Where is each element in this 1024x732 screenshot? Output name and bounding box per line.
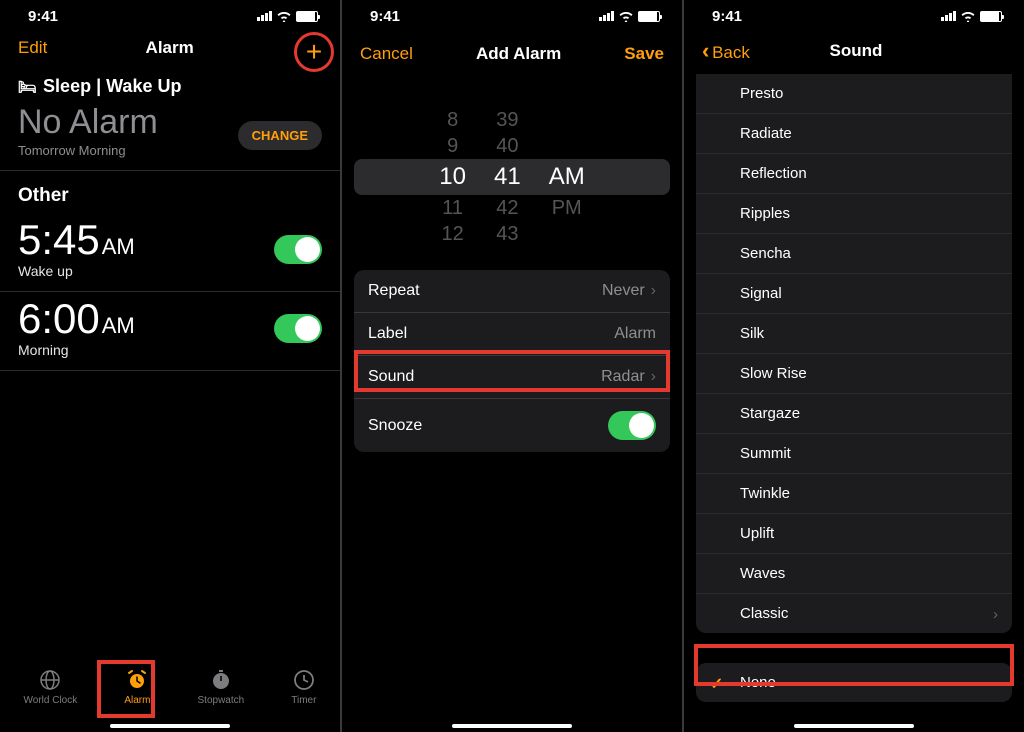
- sound-option[interactable]: Presto: [696, 74, 1012, 114]
- signal-icon: [257, 11, 272, 21]
- alarm-row[interactable]: 6:00AM Morning: [0, 292, 340, 371]
- screen-add-alarm: 9:41 Cancel Add Alarm Save 89 10 1112 39…: [342, 0, 682, 732]
- tab-bar: World Clock Alarm Stopwatch Timer: [0, 652, 340, 722]
- alarm-time: 5:45AM: [18, 219, 135, 261]
- page-title: Sound: [829, 41, 882, 61]
- battery-icon: [980, 11, 1002, 22]
- minute-wheel[interactable]: 3940 41 4243: [494, 107, 521, 247]
- clock-time: 9:41: [712, 8, 742, 25]
- signal-icon: [941, 11, 956, 21]
- timer-icon: [292, 668, 316, 692]
- alarm-row[interactable]: 5:45AM Wake up: [0, 213, 340, 292]
- alarm-toggle[interactable]: [274, 314, 322, 343]
- chevron-right-icon: ›: [993, 606, 998, 623]
- tab-stopwatch[interactable]: Stopwatch: [198, 668, 245, 706]
- alarm-label: Morning: [18, 342, 135, 358]
- highlight-sound: [354, 350, 670, 392]
- stopwatch-icon: [209, 668, 233, 692]
- highlight-none: [694, 644, 1014, 686]
- screen-sound-picker: 9:41 ‹ Back Sound PrestoRadiateReflectio…: [684, 0, 1024, 732]
- nav-header: Edit Alarm: [0, 32, 340, 68]
- ampm-wheel[interactable]: AM PM: [549, 107, 585, 247]
- highlight-tab: [97, 660, 155, 718]
- bed-icon: 🛏: [18, 78, 37, 96]
- status-icons: [257, 10, 318, 22]
- sound-option[interactable]: Stargaze: [696, 394, 1012, 434]
- sound-option[interactable]: Waves: [696, 554, 1012, 594]
- status-bar: 9:41: [0, 0, 340, 32]
- home-indicator[interactable]: [452, 724, 572, 728]
- tab-world-clock[interactable]: World Clock: [24, 668, 78, 706]
- page-title: Add Alarm: [476, 44, 561, 64]
- snooze-toggle[interactable]: [608, 411, 656, 440]
- chevron-right-icon: ›: [651, 282, 656, 300]
- status-bar: 9:41: [342, 0, 682, 32]
- chevron-left-icon: ‹: [702, 38, 709, 63]
- wifi-icon: [618, 10, 634, 22]
- cancel-button[interactable]: Cancel: [360, 44, 413, 64]
- sleep-row: No Alarm Tomorrow Morning CHANGE: [0, 101, 340, 171]
- status-bar: 9:41: [684, 0, 1024, 32]
- sound-list: PrestoRadiateReflectionRipplesSenchaSign…: [696, 74, 1012, 633]
- battery-icon: [296, 11, 318, 22]
- battery-icon: [638, 11, 660, 22]
- alarm-time: 6:00AM: [18, 298, 135, 340]
- highlight-add: +: [294, 32, 334, 72]
- clock-time: 9:41: [370, 8, 400, 25]
- alarm-label: Wake up: [18, 263, 135, 279]
- sleep-state: No Alarm: [18, 105, 158, 139]
- repeat-cell[interactable]: Repeat Never›: [354, 270, 670, 313]
- sound-option[interactable]: Silk: [696, 314, 1012, 354]
- home-indicator[interactable]: [110, 724, 230, 728]
- sound-option[interactable]: Sencha: [696, 234, 1012, 274]
- sound-option[interactable]: Uplift: [696, 514, 1012, 554]
- nav-header: Cancel Add Alarm Save: [342, 38, 682, 74]
- sound-option[interactable]: Slow Rise: [696, 354, 1012, 394]
- back-button[interactable]: ‹ Back: [702, 38, 750, 64]
- sound-option[interactable]: Classic›: [696, 594, 1012, 633]
- tab-timer[interactable]: Timer: [291, 668, 316, 706]
- sound-option[interactable]: Radiate: [696, 114, 1012, 154]
- add-alarm-button[interactable]: +: [306, 38, 322, 66]
- wifi-icon: [276, 10, 292, 22]
- globe-icon: [38, 668, 62, 692]
- sound-option[interactable]: Signal: [696, 274, 1012, 314]
- screen-alarm-list: 9:41 Edit Alarm + 🛏 Sleep | Wake Up No A…: [0, 0, 340, 732]
- snooze-cell: Snooze: [354, 399, 670, 452]
- wifi-icon: [960, 10, 976, 22]
- time-picker[interactable]: 89 10 1112 3940 41 4243 AM PM: [354, 102, 670, 252]
- other-header: Other: [0, 171, 340, 213]
- sound-option[interactable]: Reflection: [696, 154, 1012, 194]
- save-button[interactable]: Save: [624, 44, 664, 64]
- sound-option[interactable]: Summit: [696, 434, 1012, 474]
- home-indicator[interactable]: [794, 724, 914, 728]
- status-icons: [599, 10, 660, 22]
- status-icons: [941, 10, 1002, 22]
- sound-option[interactable]: Ripples: [696, 194, 1012, 234]
- nav-header: ‹ Back Sound: [684, 32, 1024, 74]
- change-button[interactable]: CHANGE: [238, 121, 322, 150]
- sound-option[interactable]: Twinkle: [696, 474, 1012, 514]
- sleep-header: 🛏 Sleep | Wake Up: [0, 68, 340, 101]
- signal-icon: [599, 11, 614, 21]
- sleep-sub: Tomorrow Morning: [18, 143, 158, 158]
- sleep-title: Sleep | Wake Up: [43, 76, 181, 97]
- hour-wheel[interactable]: 89 10 1112: [439, 107, 466, 247]
- page-title: Alarm: [146, 38, 194, 58]
- alarm-toggle[interactable]: [274, 235, 322, 264]
- edit-button[interactable]: Edit: [18, 38, 47, 58]
- clock-time: 9:41: [28, 8, 58, 25]
